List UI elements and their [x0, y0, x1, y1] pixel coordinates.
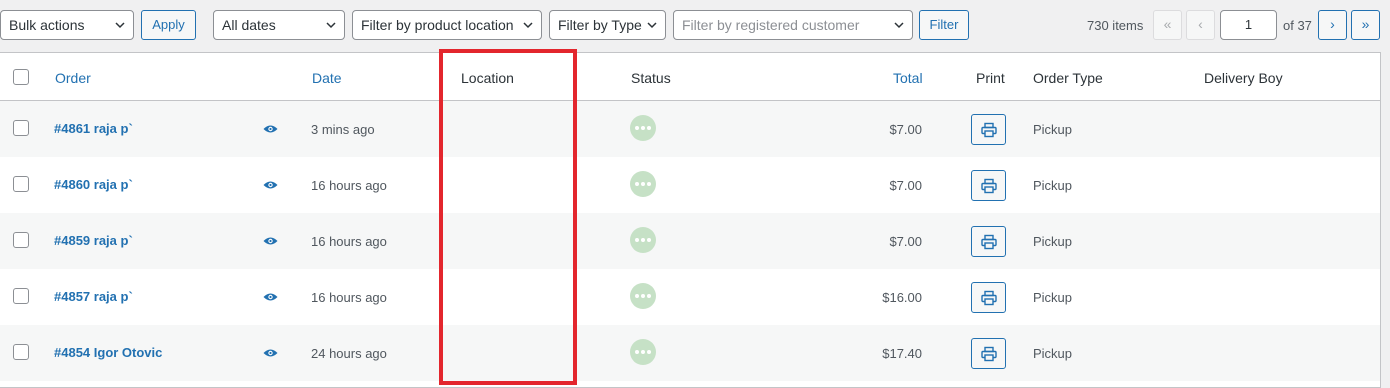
order-date: 24 hours ago — [311, 346, 387, 361]
last-page-button[interactable]: » — [1351, 10, 1380, 40]
order-type: Pickup — [1033, 122, 1073, 137]
table-header: Order Date Location Status Total Print O… — [0, 53, 1380, 101]
date-filter-label: All dates — [222, 17, 276, 33]
order-link[interactable]: #4854 Igor Otovic — [54, 345, 162, 360]
order-total: $16.00 — [882, 290, 922, 305]
column-status: Status — [631, 70, 671, 86]
table-row: #4857 raja p` 16 hours ago $16.00 Pickup — [0, 269, 1380, 325]
order-date: 3 mins ago — [311, 122, 375, 137]
order-date: 16 hours ago — [311, 290, 387, 305]
table-row: #4861 raja p` 3 mins ago $7.00 Pickup — [0, 101, 1380, 157]
printer-icon — [981, 122, 997, 138]
chevron-down-icon — [894, 22, 904, 29]
bulk-actions-select[interactable]: Bulk actions — [0, 10, 134, 40]
print-button[interactable] — [971, 170, 1006, 201]
apply-button[interactable]: Apply — [141, 10, 196, 40]
first-page-button: « — [1153, 10, 1182, 40]
items-count: 730 items — [1087, 18, 1144, 33]
ellipsis-icon — [630, 227, 656, 253]
prev-page-button: ‹ — [1186, 10, 1215, 40]
row-checkbox[interactable] — [13, 344, 29, 360]
print-button[interactable] — [971, 282, 1006, 313]
order-total: $7.00 — [889, 122, 922, 137]
location-filter-label: Filter by product location — [361, 17, 514, 33]
column-order-type: Order Type — [1033, 70, 1103, 86]
print-button[interactable] — [971, 114, 1006, 145]
order-total: $7.00 — [889, 178, 922, 193]
order-date: 16 hours ago — [311, 234, 387, 249]
column-delivery-boy: Delivery Boy — [1204, 70, 1283, 86]
customer-filter-placeholder: Filter by registered customer — [682, 17, 860, 33]
current-page-input[interactable]: 1 — [1220, 10, 1277, 40]
table-row: #4859 raja p` 16 hours ago $7.00 Pickup — [0, 213, 1380, 269]
ellipsis-icon — [630, 171, 656, 197]
print-button[interactable] — [971, 338, 1006, 369]
ellipsis-icon — [630, 283, 656, 309]
order-link[interactable]: #4857 raja p` — [54, 289, 133, 304]
location-filter-select[interactable]: Filter by product location — [352, 10, 542, 40]
ellipsis-icon — [630, 115, 656, 141]
order-type: Pickup — [1033, 290, 1073, 305]
eye-icon[interactable] — [263, 236, 278, 246]
tablenav-top: Bulk actions Apply All dates Filter by p… — [0, 0, 1390, 50]
printer-icon — [981, 290, 997, 306]
print-button[interactable] — [971, 226, 1006, 257]
chevron-down-icon — [115, 22, 125, 29]
row-checkbox[interactable] — [13, 176, 29, 192]
order-type: Pickup — [1033, 234, 1073, 249]
order-type: Pickup — [1033, 346, 1073, 361]
location-column-highlight — [439, 49, 577, 385]
order-total: $7.00 — [889, 234, 922, 249]
type-filter-select[interactable]: Filter by Type — [549, 10, 666, 40]
column-order[interactable]: Order — [55, 70, 91, 86]
eye-icon[interactable] — [263, 124, 278, 134]
order-link[interactable]: #4859 raja p` — [54, 233, 133, 248]
order-link[interactable]: #4860 raja p` — [54, 177, 133, 192]
printer-icon — [981, 178, 997, 194]
column-print: Print — [976, 70, 1005, 86]
table-row: #4854 Igor Otovic 24 hours ago $17.40 Pi… — [0, 325, 1380, 381]
order-date: 16 hours ago — [311, 178, 387, 193]
row-checkbox[interactable] — [13, 288, 29, 304]
eye-icon[interactable] — [263, 180, 278, 190]
row-checkbox[interactable] — [13, 120, 29, 136]
order-type: Pickup — [1033, 178, 1073, 193]
eye-icon[interactable] — [263, 348, 278, 358]
order-link[interactable]: #4861 raja p` — [54, 121, 133, 136]
customer-filter-select[interactable]: Filter by registered customer — [673, 10, 913, 40]
select-all-checkbox[interactable] — [13, 69, 29, 85]
chevron-down-icon — [647, 22, 657, 29]
column-date[interactable]: Date — [312, 70, 342, 86]
date-filter-select[interactable]: All dates — [213, 10, 345, 40]
table-row: #4860 raja p` 16 hours ago $7.00 Pickup — [0, 157, 1380, 213]
type-filter-label: Filter by Type — [558, 17, 642, 33]
orders-table: Order Date Location Status Total Print O… — [0, 52, 1381, 388]
chevron-down-icon — [523, 22, 533, 29]
row-checkbox[interactable] — [13, 232, 29, 248]
filter-button[interactable]: Filter — [919, 10, 969, 40]
total-pages: of 37 — [1283, 18, 1312, 33]
printer-icon — [981, 234, 997, 250]
printer-icon — [981, 346, 997, 362]
column-total[interactable]: Total — [893, 70, 923, 86]
chevron-down-icon — [326, 22, 336, 29]
order-total: $17.40 — [882, 346, 922, 361]
eye-icon[interactable] — [263, 292, 278, 302]
next-page-button[interactable]: › — [1318, 10, 1347, 40]
ellipsis-icon — [630, 339, 656, 365]
bulk-actions-label: Bulk actions — [9, 17, 85, 33]
